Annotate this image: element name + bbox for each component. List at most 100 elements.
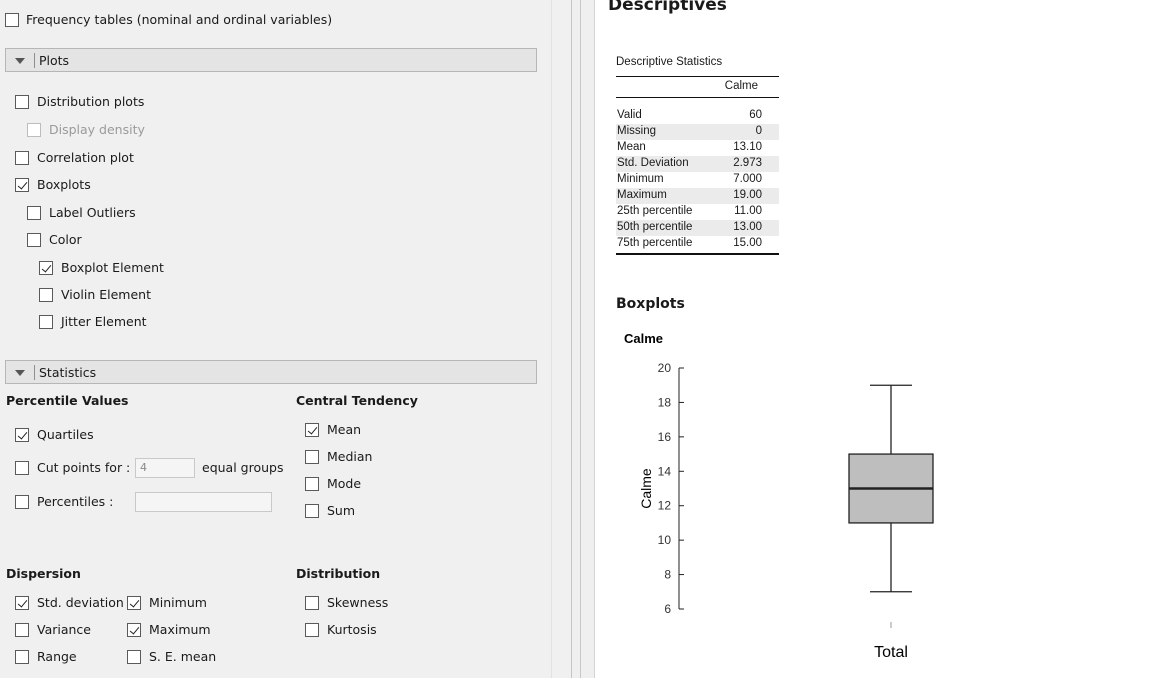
- table-row: 25th percentile 11.00: [616, 204, 779, 220]
- kurtosis-checkbox[interactable]: [305, 623, 319, 637]
- mode-label: Mode: [327, 476, 362, 491]
- cut-points-label: Cut points for :: [37, 460, 131, 475]
- percentile-values-heading: Percentile Values: [6, 393, 129, 408]
- statistics-section-header[interactable]: Statistics: [5, 360, 537, 384]
- correlation-plot-checkbox[interactable]: [15, 151, 29, 165]
- display-density-checkbox: [27, 123, 41, 137]
- results-title: Descriptives: [608, 0, 727, 15]
- table-row: Mean 13.10: [616, 140, 779, 156]
- table-row-value: 13.10: [733, 141, 762, 153]
- distribution-heading: Distribution: [296, 566, 381, 581]
- mean-checkbox[interactable]: [305, 423, 319, 437]
- minimum-label: Minimum: [149, 595, 207, 610]
- y-tick-label: 18: [658, 395, 672, 409]
- percentiles-checkbox[interactable]: [15, 495, 29, 509]
- y-axis-label: Calme: [638, 468, 654, 509]
- table-row-label: Minimum: [617, 173, 664, 185]
- table-row-label: Mean: [617, 141, 646, 153]
- jitter-element-checkbox[interactable]: [39, 315, 53, 329]
- sum-checkbox[interactable]: [305, 504, 319, 518]
- y-tick-label: 10: [658, 533, 672, 547]
- table-row-value: 7.000: [733, 173, 762, 185]
- table-row: Missing 0: [616, 124, 779, 140]
- boxplot-element-label: Boxplot Element: [61, 260, 164, 275]
- sum-label: Sum: [327, 503, 356, 518]
- table-top-rule: [616, 76, 779, 77]
- kurtosis-label: Kurtosis: [327, 622, 377, 637]
- y-tick-label: 12: [658, 499, 672, 513]
- x-category-label: Total: [874, 644, 908, 661]
- table-row: Std. Deviation 2.973: [616, 156, 779, 172]
- table-row-label: 50th percentile: [617, 221, 693, 233]
- variance-label: Variance: [37, 622, 91, 637]
- table-row: Maximum 19.00: [616, 188, 779, 204]
- header-separator: [34, 53, 35, 68]
- table-row-value: 11.00: [734, 205, 762, 217]
- color-checkbox[interactable]: [27, 233, 41, 247]
- maximum-label: Maximum: [149, 622, 211, 637]
- mode-checkbox[interactable]: [305, 477, 319, 491]
- quartiles-label: Quartiles: [37, 427, 94, 442]
- boxplot-chart: Calme 6 8 10 12 14 16 18 20 Calme Total: [624, 331, 934, 661]
- table-row-label: 25th percentile: [617, 205, 693, 217]
- table-row: Minimum 7.000: [616, 172, 779, 188]
- table-row-label: Maximum: [617, 189, 667, 201]
- equal-groups-label: equal groups: [202, 460, 284, 475]
- std-deviation-checkbox[interactable]: [15, 596, 29, 610]
- table-row: 50th percentile 13.00: [616, 220, 779, 236]
- cut-points-checkbox[interactable]: [15, 461, 29, 475]
- range-label: Range: [37, 649, 77, 664]
- splitter-grip: [580, 0, 581, 678]
- skewness-checkbox[interactable]: [305, 596, 319, 610]
- label-outliers-checkbox[interactable]: [27, 206, 41, 220]
- options-scrollbar[interactable]: [551, 0, 572, 678]
- median-label: Median: [327, 449, 373, 464]
- y-tick-label: 8: [664, 568, 671, 582]
- table-row-label: Valid: [617, 109, 642, 121]
- statistics-section-title: Statistics: [39, 365, 97, 380]
- y-tick-label: 20: [658, 361, 672, 375]
- range-checkbox[interactable]: [15, 650, 29, 664]
- percentiles-input[interactable]: [135, 492, 272, 512]
- minimum-checkbox[interactable]: [127, 596, 141, 610]
- median-checkbox[interactable]: [305, 450, 319, 464]
- boxplots-checkbox[interactable]: [15, 178, 29, 192]
- variance-checkbox[interactable]: [15, 623, 29, 637]
- table-row-label: 75th percentile: [617, 237, 693, 249]
- violin-element-label: Violin Element: [61, 287, 151, 302]
- y-tick-label: 16: [658, 430, 672, 444]
- frequency-tables-checkbox[interactable]: [5, 13, 19, 27]
- collapse-triangle-icon: [15, 370, 25, 376]
- table-row-label: Std. Deviation: [617, 157, 689, 169]
- maximum-checkbox[interactable]: [127, 623, 141, 637]
- panel-splitter[interactable]: [571, 0, 595, 678]
- table-row-value: 2.973: [733, 157, 762, 169]
- boxplots-label: Boxplots: [37, 177, 91, 192]
- se-mean-label: S. E. mean: [149, 649, 217, 664]
- violin-element-checkbox[interactable]: [39, 288, 53, 302]
- table-row: Valid 60: [616, 108, 779, 124]
- y-tick-label: 6: [664, 602, 671, 616]
- boxplot-element-checkbox[interactable]: [39, 261, 53, 275]
- y-tick-label: 14: [658, 464, 672, 478]
- chart-title: Calme: [624, 331, 663, 346]
- table-row: 75th percentile 15.00: [616, 236, 779, 252]
- table-row-value: 13.00: [733, 221, 762, 233]
- percentiles-label: Percentiles :: [37, 494, 114, 509]
- table-bottom-rule: [616, 253, 779, 255]
- cut-points-input[interactable]: 4: [135, 458, 195, 478]
- table-row-value: 60: [749, 109, 762, 121]
- quartiles-checkbox[interactable]: [15, 428, 29, 442]
- table-caption: Descriptive Statistics: [616, 56, 723, 68]
- table-row-value: 15.00: [733, 237, 762, 249]
- color-label: Color: [49, 232, 82, 247]
- se-mean-checkbox[interactable]: [127, 650, 141, 664]
- distribution-plots-checkbox[interactable]: [15, 95, 29, 109]
- jitter-element-label: Jitter Element: [61, 314, 147, 329]
- frequency-tables-label: Frequency tables (nominal and ordinal va…: [26, 12, 333, 27]
- plots-section-header[interactable]: Plots: [5, 48, 537, 72]
- central-tendency-heading: Central Tendency: [296, 393, 418, 408]
- mean-label: Mean: [327, 422, 362, 437]
- table-row-value: 19.00: [733, 189, 762, 201]
- header-separator: [34, 365, 35, 380]
